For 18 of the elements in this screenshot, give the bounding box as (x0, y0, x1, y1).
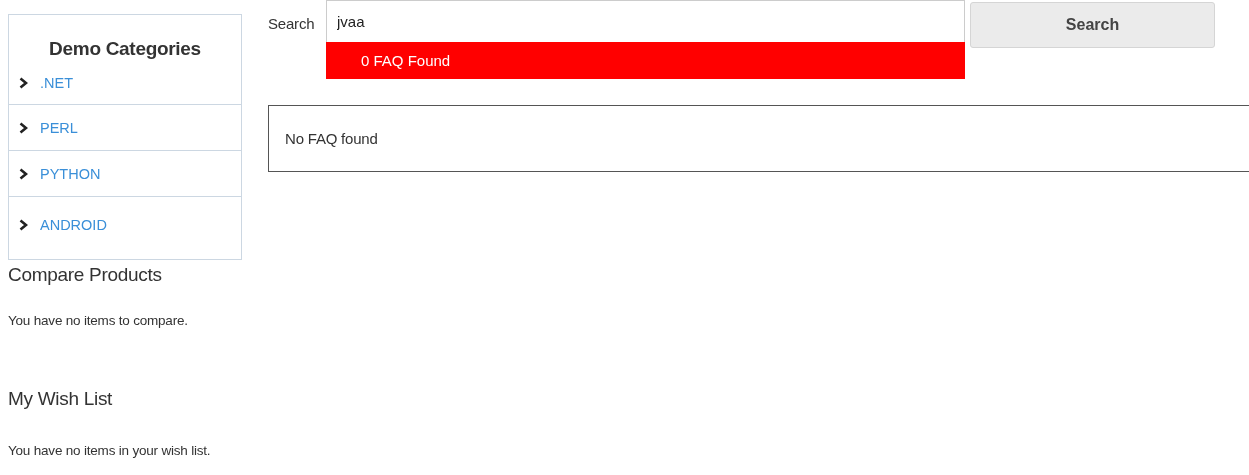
compare-title: Compare Products (8, 264, 163, 286)
chevron-icon (19, 121, 28, 134)
wishlist-message: You have no items in your wish list. (8, 443, 212, 458)
chevron-icon (19, 167, 28, 180)
search-field[interactable]: jvaa (326, 0, 965, 42)
category-link[interactable]: PYTHON (40, 165, 101, 182)
sidebar-title: Demo Categories (48, 37, 202, 61)
chevron-icon (19, 219, 28, 231)
chevron-icon (19, 77, 28, 89)
search-button[interactable]: Search (970, 2, 1215, 48)
search-label: Search (268, 15, 316, 32)
category-link[interactable]: ANDROID (40, 217, 107, 233)
results-message: No FAQ found (285, 130, 378, 147)
compare-message: You have no items to compare. (8, 313, 189, 328)
suggestion-dropdown[interactable]: 0 FAQ Found (326, 42, 965, 79)
wishlist-title: My Wish List (8, 388, 114, 410)
category-link[interactable]: PERL (40, 119, 78, 136)
category-link[interactable]: .NET (40, 75, 74, 91)
